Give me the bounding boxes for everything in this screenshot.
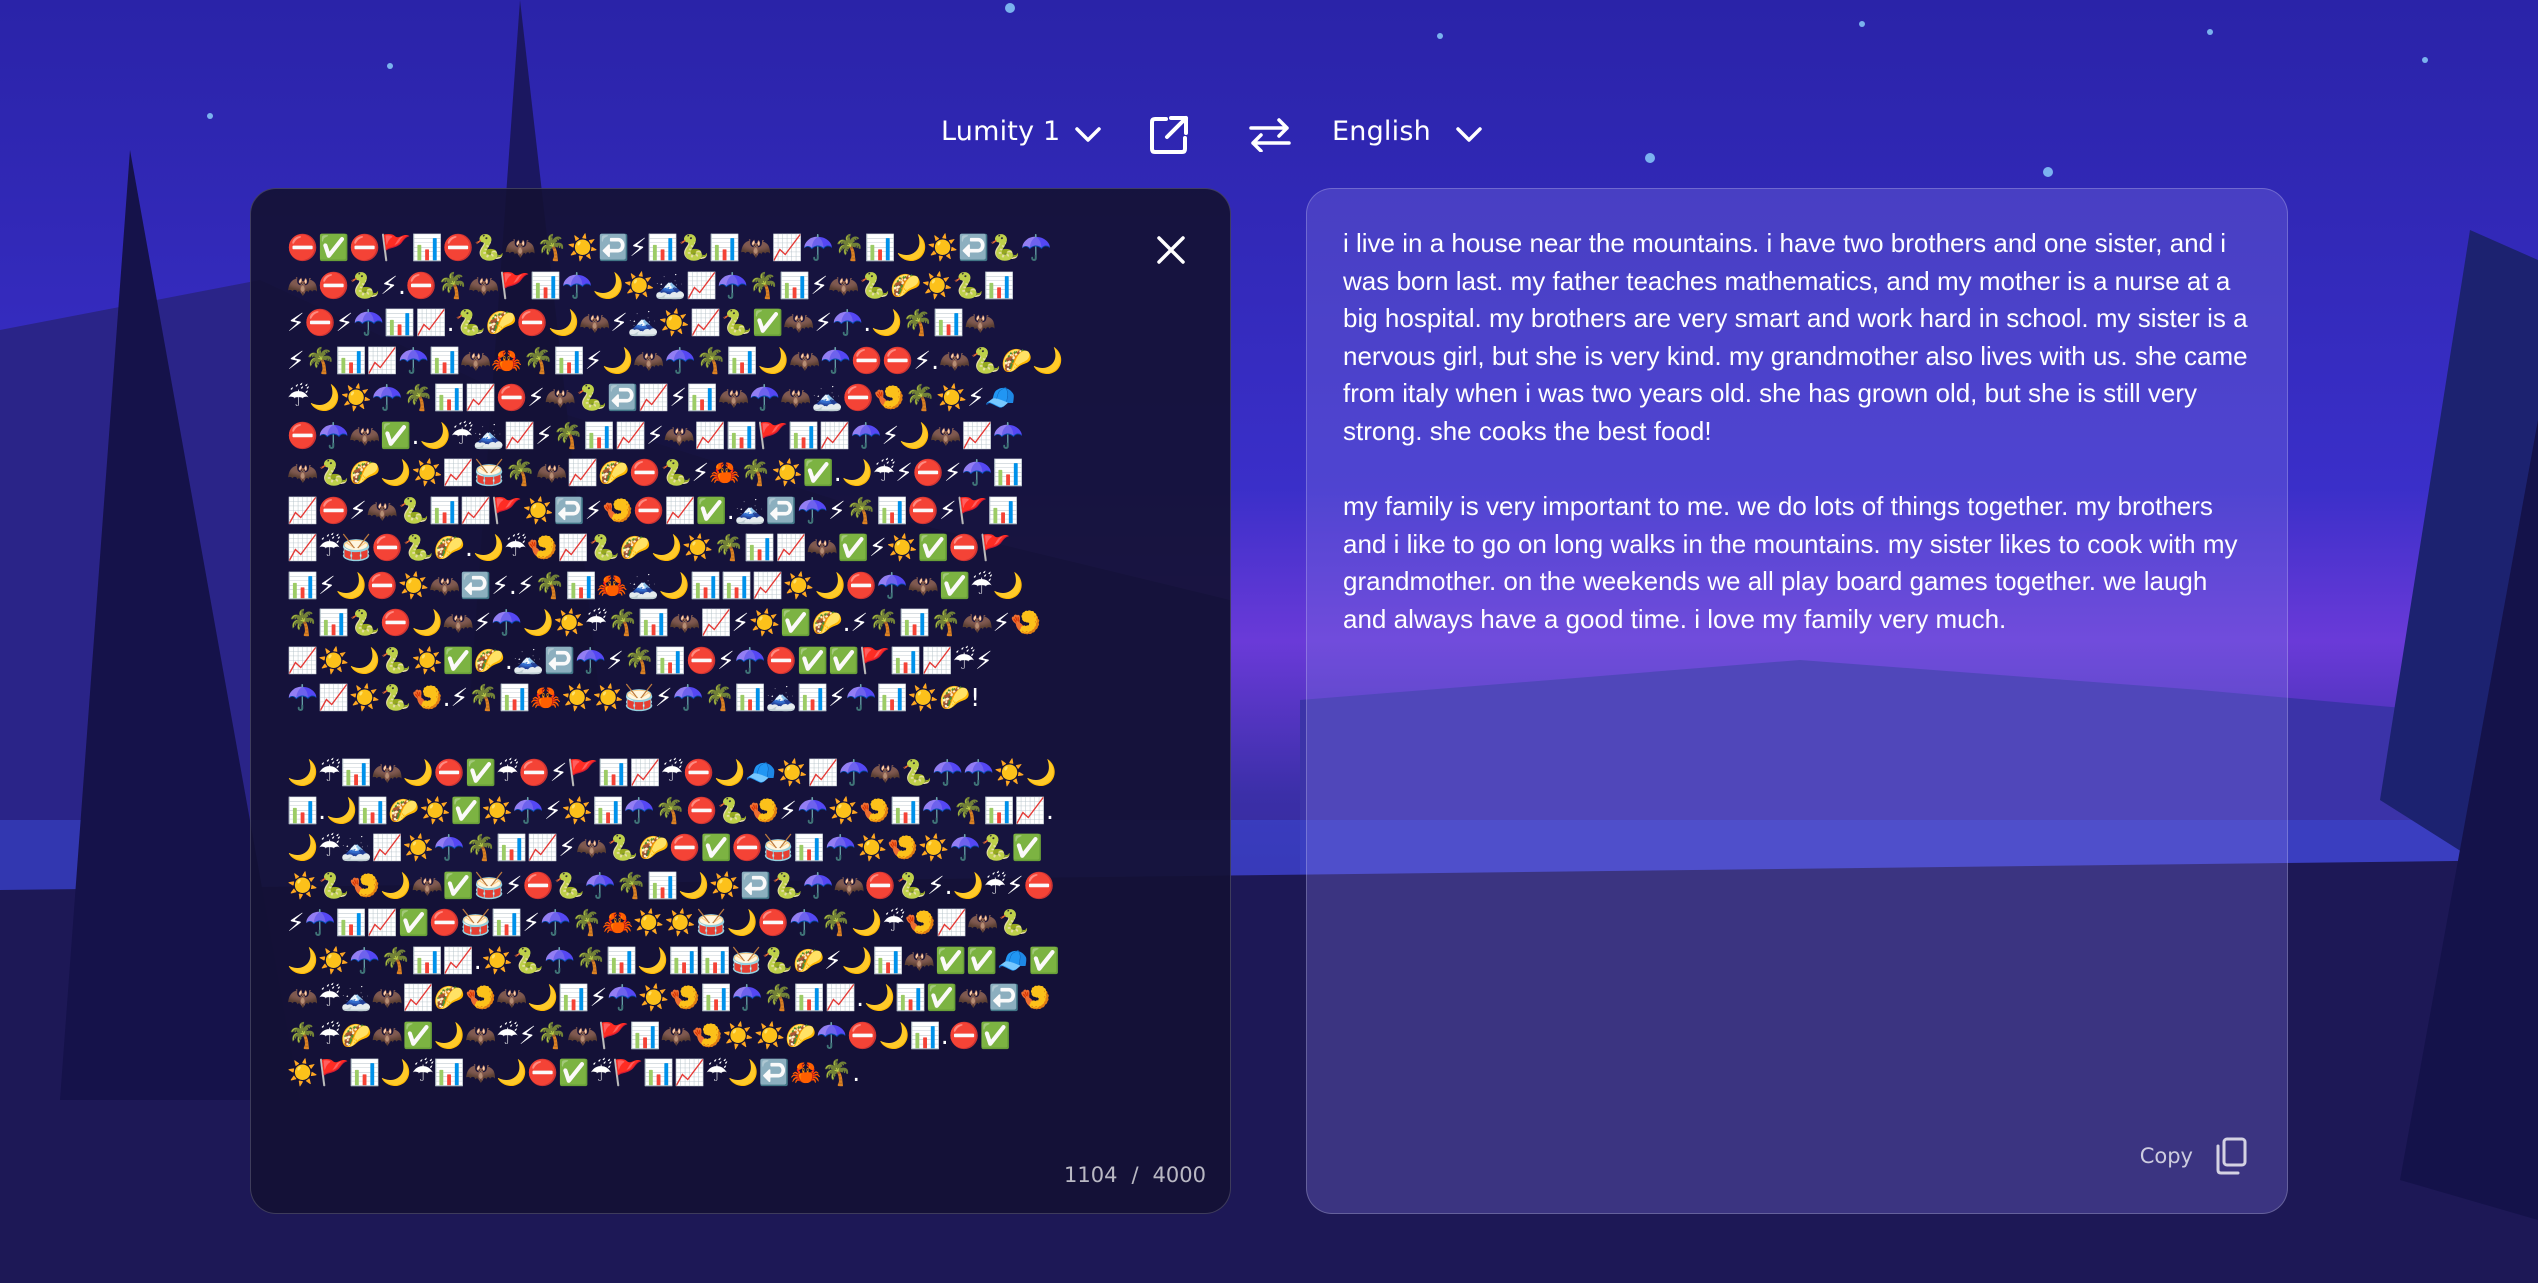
copy-icon xyxy=(2216,1137,2247,1175)
swap-languages-icon[interactable] xyxy=(1243,108,1297,162)
source-model-label[interactable]: Lumity 1 xyxy=(941,116,1060,147)
source-text-panel: ⛔✅⛔🚩📊⛔🐍🦇🌴☀️↩️⚡📊🐍📊🦇📈☂️🌴📊🌙☀️↩️🐍☂️ 🦇⛔🐍⚡.⛔🌴🦇… xyxy=(250,188,1231,1214)
translation-output-text: i live in a house near the mountains. i … xyxy=(1343,225,2253,676)
translation-output-panel: i live in a house near the mountains. i … xyxy=(1306,188,2288,1214)
source-text-input[interactable]: ⛔✅⛔🚩📊⛔🐍🦇🌴☀️↩️⚡📊🐍📊🦇📈☂️🌴📊🌙☀️↩️🐍☂️ 🦇⛔🐍⚡.⛔🌴🦇… xyxy=(287,229,1117,1092)
character-count-separator: / xyxy=(1131,1163,1139,1187)
character-count-max: 4000 xyxy=(1152,1163,1206,1187)
character-count-current: 1104 xyxy=(1064,1163,1118,1187)
open-external-icon[interactable] xyxy=(1142,108,1196,162)
translation-paragraph-2: my family is very important to me. we do… xyxy=(1343,491,2238,634)
character-counter: 1104 / 4000 xyxy=(1064,1163,1206,1187)
target-language-label[interactable]: English xyxy=(1332,116,1431,147)
target-language-chevron-down-icon[interactable] xyxy=(1442,108,1496,162)
translation-paragraph-1: i live in a house near the mountains. i … xyxy=(1343,228,2248,446)
translation-header: Lumity 1 English xyxy=(0,108,2538,162)
copy-button-label: Copy xyxy=(2139,1144,2193,1168)
clear-text-close-icon[interactable] xyxy=(1148,227,1194,273)
copy-button[interactable]: Copy xyxy=(2140,1137,2247,1175)
source-model-chevron-down-icon[interactable] xyxy=(1061,108,1115,162)
